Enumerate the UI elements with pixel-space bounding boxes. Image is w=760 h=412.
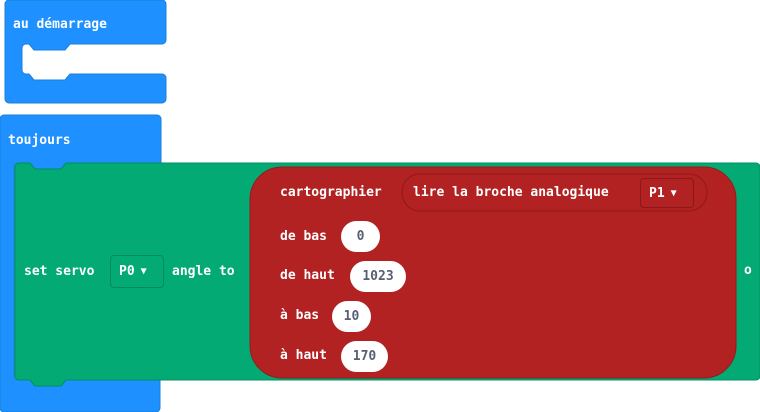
from-low-label: de bas [280, 229, 327, 244]
from-low-input[interactable]: 0 [341, 221, 380, 252]
on-start-label: au démarrage [13, 17, 107, 32]
analog-pin-value: P1 [649, 185, 665, 201]
set-servo-label: set servo [24, 264, 95, 279]
to-high-label: à haut [280, 348, 327, 363]
from-high-label: de haut [280, 268, 335, 283]
servo-pin-dropdown[interactable]: P0 ▼ [110, 255, 164, 288]
angle-to-label: angle to [172, 264, 235, 279]
on-start-block[interactable] [4, 0, 167, 104]
servo-pin-value: P0 [119, 264, 135, 279]
map-label: cartographier [280, 185, 382, 200]
from-high-input[interactable]: 1023 [350, 261, 406, 292]
triangle-down-icon: ▼ [140, 266, 147, 277]
to-low-input[interactable]: 10 [332, 301, 371, 332]
to-high-input[interactable]: 170 [341, 341, 388, 372]
servo-tail-label: o [744, 263, 752, 278]
analog-pin-dropdown[interactable]: P1 ▼ [640, 178, 694, 208]
triangle-down-icon: ▼ [670, 187, 677, 199]
to-low-label: à bas [280, 308, 320, 323]
forever-label: toujours [8, 133, 71, 148]
analog-read-label: lire la broche analogique [413, 185, 609, 200]
